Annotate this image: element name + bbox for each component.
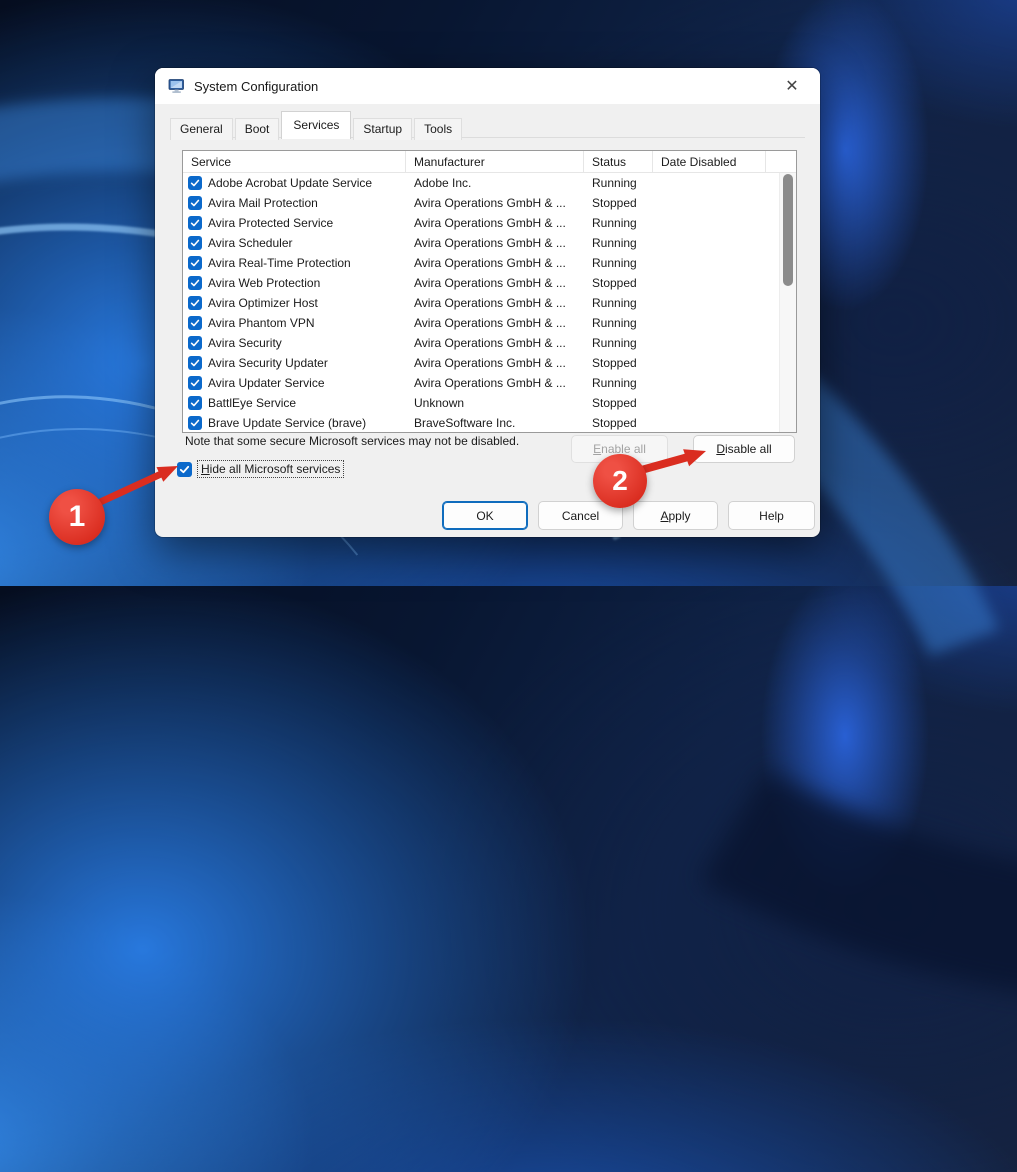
service-status: Running bbox=[592, 336, 637, 350]
help-button[interactable]: Help bbox=[728, 501, 815, 530]
column-header-manufacturer[interactable]: Manufacturer bbox=[406, 151, 584, 172]
service-status: Running bbox=[592, 296, 637, 310]
service-manufacturer: Avira Operations GmbH & ... bbox=[414, 216, 566, 230]
disable-all-button[interactable]: Disable all bbox=[693, 435, 795, 463]
tab-startup[interactable]: Startup bbox=[353, 118, 413, 140]
service-row[interactable]: BattlEye Service Unknown Stopped bbox=[183, 393, 796, 413]
service-manufacturer: Avira Operations GmbH & ... bbox=[414, 316, 566, 330]
row-checkbox-checked-icon[interactable] bbox=[188, 176, 202, 190]
title-bar[interactable]: System Configuration ✕ bbox=[155, 68, 820, 104]
service-status: Running bbox=[592, 216, 637, 230]
service-name: Avira Web Protection bbox=[208, 276, 321, 290]
row-checkbox-checked-icon[interactable] bbox=[188, 356, 202, 370]
service-name: Avira Security Updater bbox=[208, 356, 328, 370]
row-checkbox-checked-icon[interactable] bbox=[188, 396, 202, 410]
service-name: Brave Update Service (brave) bbox=[208, 416, 367, 430]
row-checkbox-checked-icon[interactable] bbox=[188, 376, 202, 390]
ok-button[interactable]: OK bbox=[442, 501, 528, 530]
row-checkbox-checked-icon[interactable] bbox=[188, 336, 202, 350]
service-name: Avira Mail Protection bbox=[208, 196, 318, 210]
service-row[interactable]: Avira Mail Protection Avira Operations Gm… bbox=[183, 193, 796, 213]
service-row[interactable]: Avira Web Protection Avira Operations Gmb… bbox=[183, 273, 796, 293]
service-row[interactable]: Avira Real-Time Protection Avira Operatio… bbox=[183, 253, 796, 273]
service-status: Stopped bbox=[592, 396, 637, 410]
service-status: Running bbox=[592, 176, 637, 190]
service-status: Stopped bbox=[592, 416, 637, 430]
step-2-badge: 2 bbox=[593, 454, 647, 508]
service-status: Running bbox=[592, 256, 637, 270]
note-text: Note that some secure Microsoft services… bbox=[185, 434, 520, 448]
checkbox-checked-icon[interactable] bbox=[177, 461, 192, 477]
service-manufacturer: Avira Operations GmbH & ... bbox=[414, 276, 566, 290]
tab-boot[interactable]: Boot bbox=[234, 118, 280, 140]
row-checkbox-checked-icon[interactable] bbox=[188, 236, 202, 250]
service-status: Running bbox=[592, 236, 637, 250]
service-status: Running bbox=[592, 376, 637, 390]
hide-all-microsoft-services-label: Hide all Microsoft services bbox=[197, 460, 345, 478]
row-checkbox-checked-icon[interactable] bbox=[188, 416, 202, 430]
column-header-status[interactable]: Status bbox=[584, 151, 653, 172]
service-name: Avira Scheduler bbox=[208, 236, 293, 250]
vertical-scrollbar[interactable] bbox=[779, 173, 796, 432]
service-name: Adobe Acrobat Update Service bbox=[208, 176, 373, 190]
service-row[interactable]: Avira Security Updater Avira Operations G… bbox=[183, 353, 796, 373]
row-checkbox-checked-icon[interactable] bbox=[188, 296, 202, 310]
service-name: BattlEye Service bbox=[208, 396, 297, 410]
service-name: Avira Protected Service bbox=[208, 216, 334, 230]
service-row[interactable]: Avira Phantom VPN Avira Operations GmbH &… bbox=[183, 313, 796, 333]
hide-all-microsoft-services-checkbox[interactable]: Hide all Microsoft services bbox=[177, 460, 345, 478]
services-list: Service Manufacturer Status Date Disabled A… bbox=[182, 150, 797, 433]
scrollbar-thumb[interactable] bbox=[783, 174, 793, 286]
service-manufacturer: Avira Operations GmbH & ... bbox=[414, 296, 566, 310]
service-manufacturer: BraveSoftware Inc. bbox=[414, 416, 516, 430]
tab-general[interactable]: General bbox=[170, 118, 233, 140]
service-row[interactable]: Avira Scheduler Avira Operations GmbH & .… bbox=[183, 233, 796, 253]
service-name: Avira Optimizer Host bbox=[208, 296, 318, 310]
service-row[interactable]: Brave Update Service (brave) BraveSoftwar… bbox=[183, 413, 796, 432]
service-manufacturer: Avira Operations GmbH & ... bbox=[414, 196, 566, 210]
tab-services[interactable]: Services bbox=[281, 111, 352, 139]
service-manufacturer: Avira Operations GmbH & ... bbox=[414, 256, 566, 270]
services-list-body: Adobe Acrobat Update Service Adobe Inc. Ru… bbox=[183, 173, 796, 432]
service-status: Running bbox=[592, 316, 637, 330]
service-status: Stopped bbox=[592, 196, 637, 210]
step-1-number: 1 bbox=[68, 500, 86, 533]
window-title: System Configuration bbox=[194, 78, 319, 94]
step-2-number: 2 bbox=[612, 465, 628, 496]
service-name: Avira Updater Service bbox=[208, 376, 325, 390]
service-row[interactable]: Avira Security Avira Operations GmbH & ..… bbox=[183, 333, 796, 353]
service-manufacturer: Avira Operations GmbH & ... bbox=[414, 376, 566, 390]
apply-button[interactable]: Apply bbox=[633, 501, 718, 530]
row-checkbox-checked-icon[interactable] bbox=[188, 276, 202, 290]
service-manufacturer: Unknown bbox=[414, 396, 465, 410]
system-configuration-icon bbox=[168, 79, 184, 93]
service-name: Avira Security bbox=[208, 336, 282, 350]
row-checkbox-checked-icon[interactable] bbox=[188, 196, 202, 210]
step-1-badge: 1 bbox=[49, 489, 105, 545]
service-row[interactable]: Avira Updater Service Avira Operations Gm… bbox=[183, 373, 796, 393]
service-manufacturer: Adobe Inc. bbox=[414, 176, 472, 190]
service-status: Stopped bbox=[592, 276, 637, 290]
row-checkbox-checked-icon[interactable] bbox=[188, 216, 202, 230]
tab-strip: General Boot Services Startup Tools bbox=[170, 111, 805, 140]
service-status: Stopped bbox=[592, 356, 637, 370]
service-manufacturer: Avira Operations GmbH & ... bbox=[414, 336, 566, 350]
service-row[interactable]: Adobe Acrobat Update Service Adobe Inc. Ru… bbox=[183, 173, 796, 193]
disable-all-label: Disable all bbox=[716, 442, 772, 456]
service-name: Avira Real-Time Protection bbox=[208, 256, 351, 270]
column-header-date-disabled[interactable]: Date Disabled bbox=[653, 151, 766, 172]
row-checkbox-checked-icon[interactable] bbox=[188, 316, 202, 330]
service-manufacturer: Avira Operations GmbH & ... bbox=[414, 356, 566, 370]
services-list-header: Service Manufacturer Status Date Disabled bbox=[183, 151, 796, 173]
service-name: Avira Phantom VPN bbox=[208, 316, 315, 330]
row-checkbox-checked-icon[interactable] bbox=[188, 256, 202, 270]
tab-tools[interactable]: Tools bbox=[414, 118, 463, 140]
close-icon[interactable]: ✕ bbox=[772, 71, 812, 101]
service-row[interactable]: Avira Protected Service Avira Operations … bbox=[183, 213, 796, 233]
service-row[interactable]: Avira Optimizer Host Avira Operations Gmb… bbox=[183, 293, 796, 313]
system-configuration-window: System Configuration ✕ General Boot Servic… bbox=[155, 68, 820, 537]
service-manufacturer: Avira Operations GmbH & ... bbox=[414, 236, 566, 250]
column-header-service[interactable]: Service bbox=[183, 151, 406, 172]
